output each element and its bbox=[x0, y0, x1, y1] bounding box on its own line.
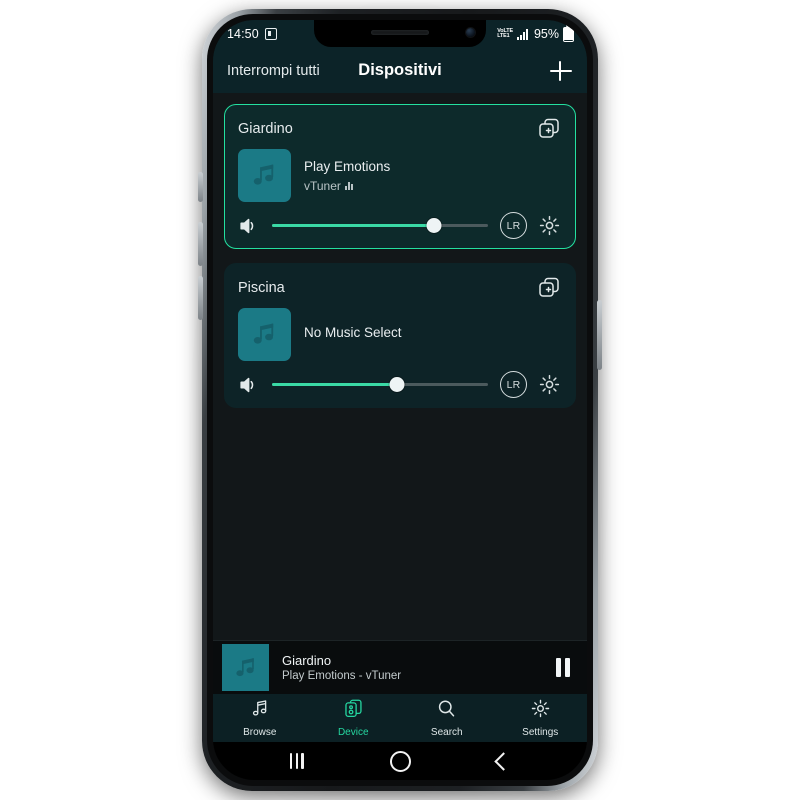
tab-settings[interactable]: Settings bbox=[494, 694, 588, 742]
gear-icon bbox=[530, 698, 551, 724]
music-notes-icon bbox=[249, 698, 270, 724]
album-art-placeholder bbox=[238, 308, 291, 361]
screenshot-stage: 14:50 VoLTE LTE1 95% Interrompi tutti Di… bbox=[0, 0, 800, 800]
track-title: Play Emotions bbox=[304, 158, 391, 174]
speaker-icon[interactable] bbox=[238, 374, 260, 396]
stop-all-button[interactable]: Interrompi tutti bbox=[227, 63, 320, 79]
device-card-giardino[interactable]: Giardino Play Emotions vTuner LR bbox=[224, 104, 576, 249]
android-nav-bar bbox=[213, 742, 587, 780]
device-volume-row: LR bbox=[238, 212, 562, 239]
volte-icon: VoLTE LTE1 bbox=[497, 28, 513, 40]
device-name: Piscina bbox=[238, 280, 285, 296]
screen-recorder-icon bbox=[264, 28, 277, 40]
device-card-header: Giardino bbox=[238, 116, 562, 142]
power-button[interactable] bbox=[597, 300, 602, 370]
volume-slider[interactable] bbox=[272, 216, 488, 236]
add-to-group-icon[interactable] bbox=[536, 275, 562, 301]
tab-settings-label: Settings bbox=[522, 727, 559, 738]
front-camera bbox=[465, 28, 475, 37]
device-list: Giardino Play Emotions vTuner LR Piscina… bbox=[213, 93, 587, 640]
tab-search-label: Search bbox=[430, 727, 463, 738]
home-icon[interactable] bbox=[389, 750, 411, 772]
app-root: 14:50 VoLTE LTE1 95% Interrompi tutti Di… bbox=[213, 20, 587, 780]
recents-icon[interactable] bbox=[290, 753, 304, 769]
status-bar-left: 14:50 bbox=[227, 27, 277, 41]
volume-slider-thumb[interactable] bbox=[389, 377, 405, 392]
search-icon bbox=[436, 698, 457, 724]
signal-bars-icon bbox=[516, 28, 528, 40]
speaker-icon[interactable] bbox=[238, 215, 260, 237]
volume-slider-fill bbox=[272, 383, 398, 386]
app-bar: Interrompi tutti Dispositivi bbox=[213, 48, 587, 93]
tab-device[interactable]: Device bbox=[307, 694, 401, 742]
device-card-body: No Music Select bbox=[238, 306, 562, 365]
device-settings-gear-icon[interactable] bbox=[537, 213, 562, 238]
device-card-body: Play Emotions vTuner bbox=[238, 147, 562, 206]
add-to-group-icon[interactable] bbox=[536, 116, 562, 142]
add-device-icon[interactable] bbox=[549, 59, 573, 83]
tab-device-label: Device bbox=[337, 727, 369, 738]
tab-browse-label: Browse bbox=[243, 727, 277, 738]
phone-screen: 14:50 VoLTE LTE1 95% Interrompi tutti Di… bbox=[213, 20, 587, 780]
status-bar-right: VoLTE LTE1 95% bbox=[497, 24, 574, 42]
volume-slider-fill bbox=[272, 224, 434, 227]
device-settings-gear-icon[interactable] bbox=[537, 372, 562, 397]
now-playing-track: Play Emotions - vTuner bbox=[282, 670, 402, 682]
tab-search[interactable]: Search bbox=[400, 694, 494, 742]
status-clock: 14:50 bbox=[227, 27, 259, 41]
now-playing-art bbox=[222, 644, 269, 691]
device-card-header: Piscina bbox=[238, 275, 562, 301]
device-track-meta: Play Emotions vTuner bbox=[304, 159, 390, 193]
battery-percent-label: 95% bbox=[533, 27, 559, 41]
silent-switch-button[interactable] bbox=[198, 172, 203, 202]
now-playing-meta: Giardino Play Emotions - vTuner bbox=[282, 653, 401, 682]
track-title: No Music Select bbox=[304, 324, 402, 340]
earpiece-speaker bbox=[371, 30, 429, 35]
device-stack-icon bbox=[343, 698, 364, 724]
track-source: vTuner bbox=[304, 179, 390, 193]
device-track-meta: No Music Select bbox=[304, 325, 402, 345]
device-volume-row: LR bbox=[238, 371, 562, 398]
album-art-placeholder bbox=[238, 149, 291, 202]
volte-label-bottom: LTE1 bbox=[497, 33, 510, 39]
volume-down-button[interactable] bbox=[198, 276, 203, 320]
now-playing-device: Giardino bbox=[282, 653, 332, 668]
device-card-piscina[interactable]: Piscina No Music Select LR bbox=[224, 263, 576, 408]
device-name: Giardino bbox=[238, 121, 293, 137]
balance-lr-button[interactable]: LR bbox=[500, 212, 527, 239]
volume-slider[interactable] bbox=[272, 375, 488, 395]
equalizer-bars-icon bbox=[344, 181, 353, 190]
now-playing-bar[interactable]: Giardino Play Emotions - vTuner bbox=[213, 640, 587, 694]
battery-icon bbox=[563, 24, 574, 42]
balance-lr-button[interactable]: LR bbox=[500, 371, 527, 398]
bottom-tab-bar: Browse Device Search Settings bbox=[213, 694, 587, 742]
volume-up-button[interactable] bbox=[198, 222, 203, 266]
volume-slider-thumb[interactable] bbox=[426, 218, 442, 233]
back-icon[interactable] bbox=[494, 751, 513, 771]
source-label: vTuner bbox=[304, 178, 341, 193]
pause-icon[interactable] bbox=[555, 658, 570, 677]
tab-browse[interactable]: Browse bbox=[213, 694, 307, 742]
